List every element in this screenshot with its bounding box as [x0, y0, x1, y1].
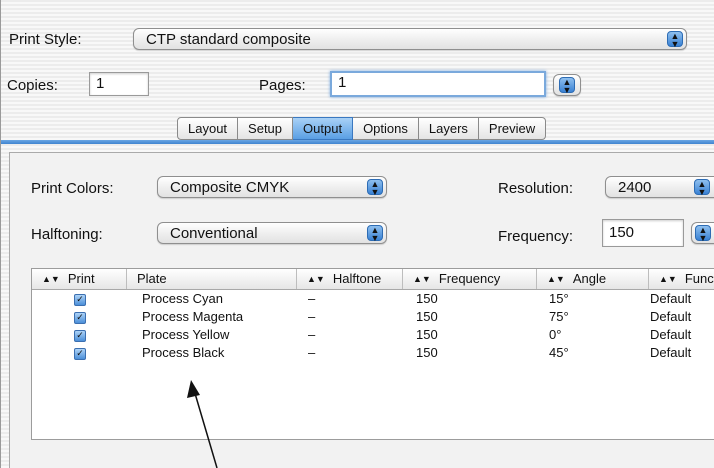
callout-arrow-head [187, 380, 200, 398]
print-dialog: Print Style: CTP standard composite ▲ ▼ C… [0, 0, 714, 468]
callout-arrow-line [193, 389, 218, 468]
callout-arrow [187, 380, 218, 468]
